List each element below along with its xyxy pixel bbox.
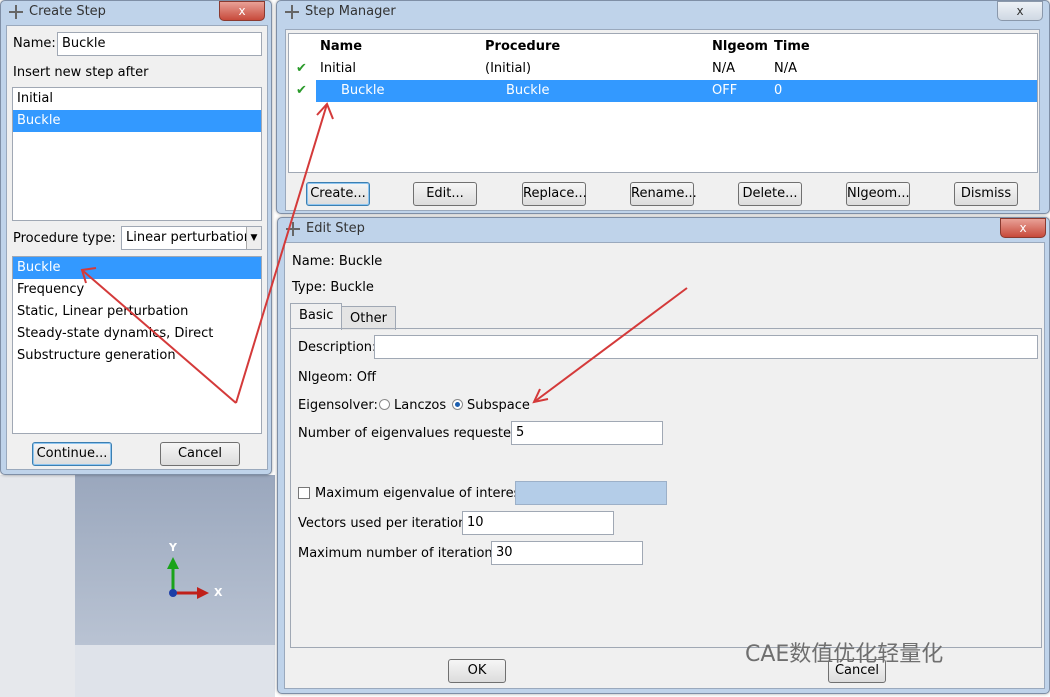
subspace-label: Subspace (467, 398, 530, 413)
name-label: Name: (13, 36, 56, 51)
column-header-time[interactable]: Time (774, 39, 810, 54)
procedure-item[interactable]: Frequency (13, 279, 261, 301)
max-iterations-input[interactable]: 30 (491, 541, 643, 565)
row-procedure: Buckle (506, 83, 550, 98)
insert-after-list[interactable]: Initial Buckle (12, 87, 262, 221)
eigensolver-lanczos-option[interactable]: Lanczos (379, 398, 446, 413)
check-icon: ✔ (296, 83, 307, 98)
table-row[interactable]: ✔ Initial (Initial) N/A N/A (289, 58, 1037, 80)
create-step-window: Create Step x Name: Buckle Insert new st… (0, 0, 272, 475)
rename-button[interactable]: Rename... (630, 182, 697, 206)
lanczos-label: Lanczos (394, 398, 447, 413)
step-manager-title: Step Manager (305, 4, 396, 19)
procedure-list[interactable]: Buckle Frequency Static, Linear perturba… (12, 256, 262, 434)
watermark: CAE数值优化轻量化 (745, 642, 944, 667)
procedure-item[interactable]: Steady-state dynamics, Direct (13, 323, 261, 345)
edit-step-title: Edit Step (306, 221, 365, 236)
viewport-footer (75, 645, 275, 697)
vectors-label: Vectors used per iteration: (298, 516, 471, 531)
table-row-selected[interactable]: ✔ Buckle Buckle OFF 0 (289, 80, 1037, 102)
step-manager-window: Step Manager x Name Procedure Nlgeom Tim… (276, 0, 1050, 214)
description-input[interactable] (374, 335, 1038, 359)
procedure-type-value: Linear perturbation (126, 230, 252, 245)
axis-x-label: X (214, 586, 223, 599)
model-viewport[interactable]: Y X (75, 475, 275, 645)
row-name: Initial (320, 61, 356, 76)
step-manager-body: Name Procedure Nlgeom Time ✔ Initial (In… (285, 29, 1040, 211)
nlgeom-button[interactable]: Nlgeom... (846, 182, 910, 206)
tab-other[interactable]: Other (341, 306, 396, 330)
tab-basic[interactable]: Basic (290, 303, 343, 329)
check-icon: ✔ (296, 61, 307, 76)
column-header-name[interactable]: Name (320, 39, 362, 54)
step-manager-titlebar: Step Manager (277, 1, 1049, 23)
replace-button[interactable]: Replace... (522, 182, 587, 206)
procedure-type-label: Procedure type: (13, 231, 116, 246)
edit-step-body: Name: Buckle Type: Buckle Basic Other De… (284, 242, 1045, 689)
create-step-title: Create Step (29, 4, 106, 19)
create-button[interactable]: Create... (306, 182, 370, 206)
procedure-type-select[interactable]: Linear perturbation ▼ (121, 226, 262, 250)
procedure-item-selected[interactable]: Buckle (13, 257, 261, 279)
step-type-line: Type: Buckle (292, 280, 374, 295)
row-time: N/A (774, 61, 797, 76)
column-header-procedure[interactable]: Procedure (485, 39, 560, 54)
max-eigenvalue-label: Maximum eigenvalue of interest: (315, 486, 530, 501)
close-button[interactable]: x (1000, 218, 1046, 238)
step-name-line: Name: Buckle (292, 254, 383, 269)
continue-button[interactable]: Continue... (32, 442, 112, 466)
create-step-body: Name: Buckle Insert new step after Initi… (6, 25, 268, 470)
radio-lanczos[interactable] (379, 399, 390, 410)
app-menu-icon (9, 5, 23, 19)
row-nlgeom: OFF (712, 83, 738, 98)
app-menu-icon (285, 5, 299, 19)
eigensolver-subspace-option[interactable]: Subspace (452, 398, 530, 413)
app-menu-icon (286, 222, 300, 236)
cancel-button[interactable]: Cancel (160, 442, 240, 466)
max-eigenvalue-option[interactable]: Maximum eigenvalue of interest: (298, 486, 530, 501)
axis-y-label: Y (169, 541, 177, 554)
list-item-selected[interactable]: Buckle (13, 110, 261, 132)
max-eigenvalue-checkbox[interactable] (298, 487, 310, 499)
max-iterations-label: Maximum number of iterations: (298, 546, 504, 561)
close-button[interactable]: x (997, 1, 1043, 21)
column-header-nlgeom[interactable]: Nlgeom (712, 39, 768, 54)
num-eigenvalues-input[interactable]: 5 (511, 421, 663, 445)
dismiss-button[interactable]: Dismiss (954, 182, 1018, 206)
basic-tab-panel: Description: Nlgeom: Off Eigensolver: La… (290, 328, 1042, 648)
radio-subspace[interactable] (452, 399, 463, 410)
ok-button[interactable]: OK (448, 659, 506, 683)
edit-button[interactable]: Edit... (413, 182, 477, 206)
row-procedure: (Initial) (485, 61, 532, 76)
steps-table[interactable]: Name Procedure Nlgeom Time ✔ Initial (In… (288, 33, 1038, 173)
eigensolver-label: Eigensolver: (298, 398, 378, 413)
row-name: Buckle (341, 83, 385, 98)
list-item[interactable]: Initial (13, 88, 261, 110)
row-time: 0 (774, 83, 783, 98)
edit-step-titlebar: Edit Step (278, 218, 1049, 240)
name-input[interactable]: Buckle (57, 32, 262, 56)
insert-after-label: Insert new step after (13, 65, 149, 80)
edit-step-window: Edit Step x Name: Buckle Type: Buckle Ba… (277, 217, 1050, 694)
axis-triad-icon (167, 557, 209, 599)
chevron-down-icon[interactable]: ▼ (246, 227, 261, 249)
vectors-input[interactable]: 10 (462, 511, 614, 535)
procedure-item[interactable]: Substructure generation (13, 345, 261, 367)
nlgeom-status: Nlgeom: Off (298, 370, 376, 385)
num-eigenvalues-label: Number of eigenvalues requested: (298, 426, 524, 441)
row-nlgeom: N/A (712, 61, 735, 76)
description-label: Description: (298, 340, 377, 355)
close-button[interactable]: x (219, 1, 265, 21)
procedure-item[interactable]: Static, Linear perturbation (13, 301, 261, 323)
max-eigenvalue-input (515, 481, 667, 505)
delete-button[interactable]: Delete... (738, 182, 802, 206)
